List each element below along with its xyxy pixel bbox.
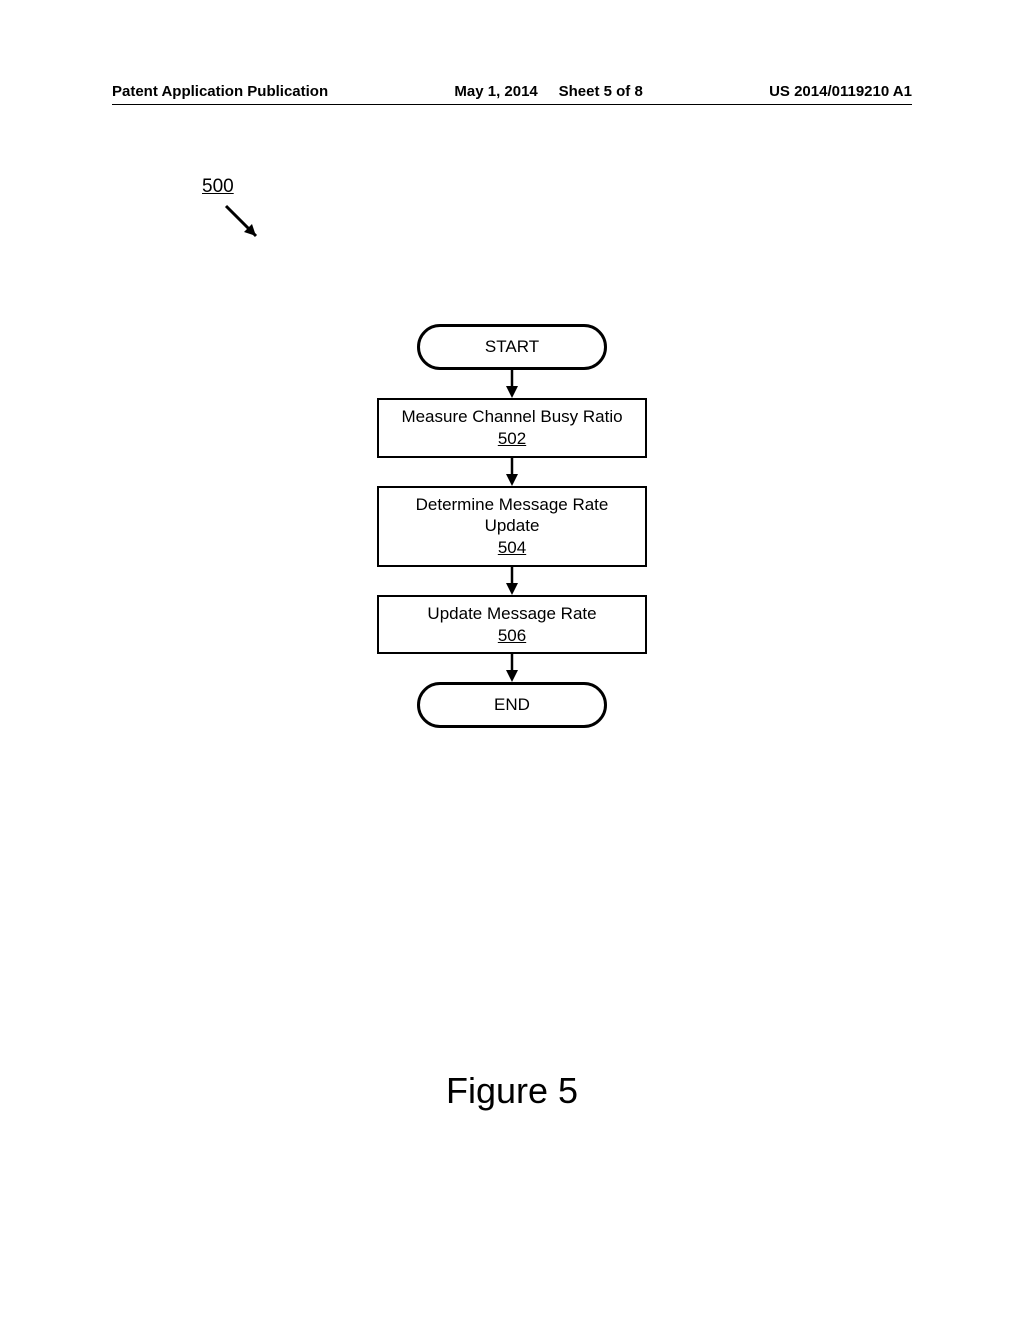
connector-arrow xyxy=(504,370,520,398)
end-terminator: END xyxy=(417,682,607,728)
arrow-down-icon xyxy=(504,370,520,398)
process-step-506: Update Message Rate 506 xyxy=(377,595,647,655)
figure-reference-number: 500 xyxy=(202,176,234,198)
connector-arrow xyxy=(504,567,520,595)
reference-arrow-icon xyxy=(220,200,268,248)
header-right: US 2014/0119210 A1 xyxy=(769,83,912,100)
header-center: May 1, 2014 Sheet 5 of 8 xyxy=(454,83,642,100)
process-step-502: Measure Channel Busy Ratio 502 xyxy=(377,398,647,458)
arrow-down-icon xyxy=(504,654,520,682)
flowchart: START Measure Channel Busy Ratio 502 Det… xyxy=(377,324,647,728)
figure-label: Figure 5 xyxy=(446,1070,578,1112)
page-header: Patent Application Publication May 1, 20… xyxy=(112,83,912,100)
header-left: Patent Application Publication xyxy=(112,83,328,100)
arrow-down-icon xyxy=(504,567,520,595)
step-ref: 502 xyxy=(498,428,526,450)
step-ref: 506 xyxy=(498,625,526,647)
start-terminator: START xyxy=(417,324,607,370)
connector-arrow xyxy=(504,654,520,682)
process-step-504: Determine Message Rate Update 504 xyxy=(377,486,647,567)
header-rule xyxy=(112,104,912,105)
connector-arrow xyxy=(504,458,520,486)
arrow-down-icon xyxy=(504,458,520,486)
step-ref: 504 xyxy=(498,537,526,559)
